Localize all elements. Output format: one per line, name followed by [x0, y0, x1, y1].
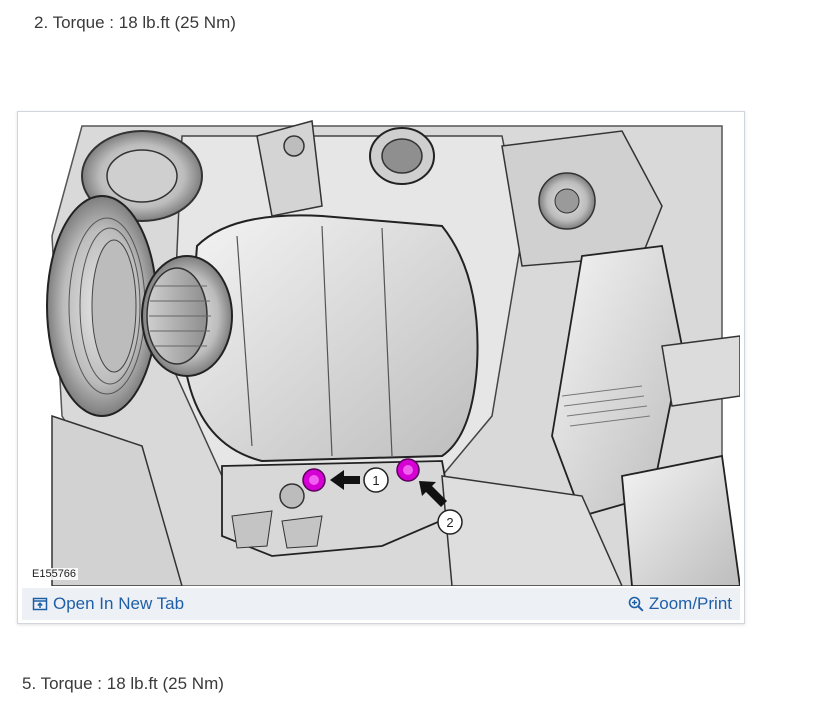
torque-step-5: 5. Torque : 18 lb.ft (25 Nm) [22, 674, 224, 693]
zoom-icon [628, 596, 644, 612]
bolt-1 [302, 468, 326, 492]
callout-1: 1 [363, 467, 389, 493]
callout-2: 2 [437, 509, 463, 535]
zoom-print-link[interactable]: Zoom/Print [628, 594, 732, 614]
bolt-2 [396, 458, 420, 482]
svg-text:1: 1 [372, 473, 379, 488]
open-in-new-tab-label: Open In New Tab [53, 594, 185, 613]
engine-alternator-diagram[interactable]: 1 2 E155766 [22, 116, 740, 586]
open-in-new-tab-link[interactable]: Open In New Tab [32, 594, 184, 614]
svg-text:2: 2 [446, 515, 453, 530]
figure-code: E155766 [30, 568, 79, 580]
torque-step-2: 2. Torque : 18 lb.ft (25 Nm) [34, 13, 236, 32]
figure-card: 1 2 E155766 Open In New Tab Zoom/Print [17, 111, 745, 624]
figure-toolbar: Open In New Tab Zoom/Print [22, 588, 740, 620]
open-new-tab-icon [32, 596, 48, 612]
zoom-print-label: Zoom/Print [648, 594, 732, 613]
